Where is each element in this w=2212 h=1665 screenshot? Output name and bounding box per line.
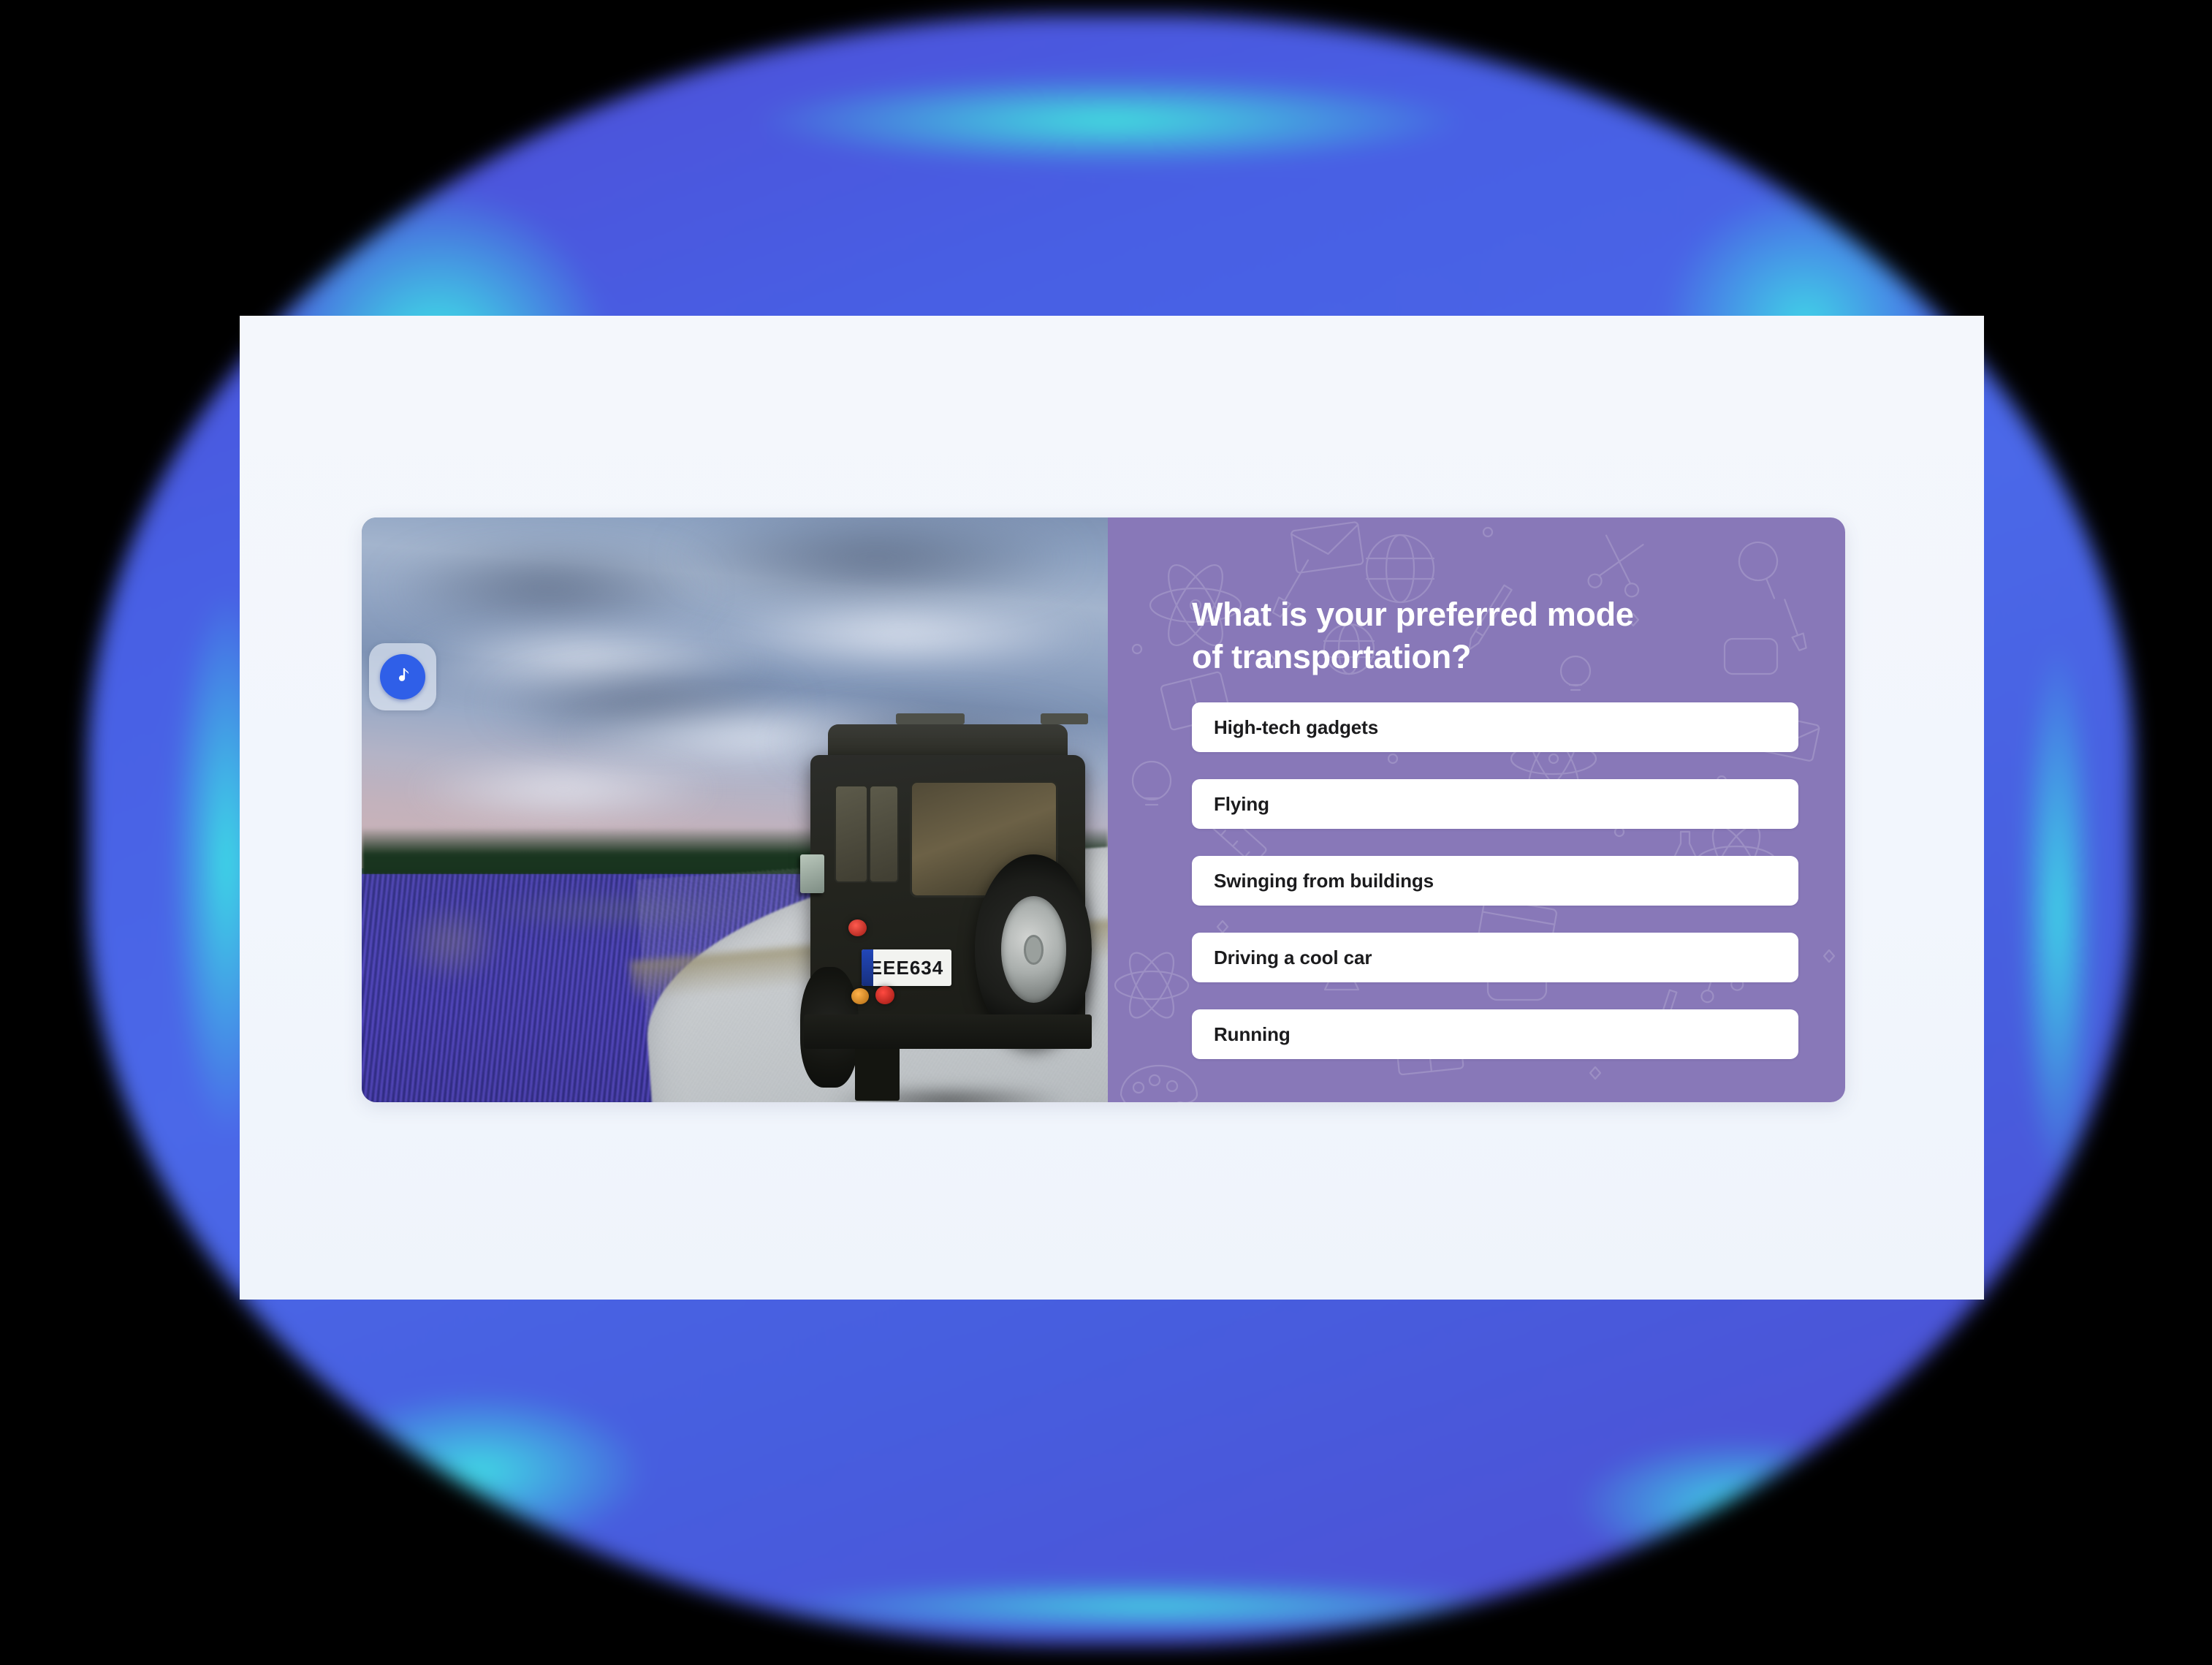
photo-lavender-road: EEE634 [362, 517, 1108, 1102]
tail-lamp [848, 919, 867, 937]
cloud-band [362, 751, 780, 827]
audio-play-button[interactable] [369, 643, 436, 710]
answer-option-label: Swinging from buildings [1214, 869, 1434, 892]
vehicle-side-window [834, 785, 869, 884]
license-plate: EEE634 [862, 949, 951, 987]
answer-option-label: Flying [1214, 792, 1269, 815]
answer-options-list: High-tech gadgets Flying Swinging from b… [1192, 702, 1798, 1060]
plate-eu-band [862, 949, 874, 987]
roof-light-bar [896, 713, 965, 724]
vehicle-mirror [799, 854, 824, 894]
wheel-rim [1000, 896, 1066, 1003]
quiz-pane: What is your preferred mode of transport… [1108, 517, 1845, 1102]
answer-option-label: High-tech gadgets [1214, 716, 1379, 738]
indicator-lamp [851, 988, 869, 1005]
tail-lamp [875, 986, 894, 1005]
vehicle-bumper [803, 1014, 1092, 1050]
answer-option-1[interactable]: High-tech gadgets [1192, 702, 1798, 753]
roof-light-bar [1040, 713, 1089, 724]
quiz-content: What is your preferred mode of transport… [1108, 517, 1845, 1102]
quiz-card: EEE634 What is your preferred mode of tr… [362, 517, 1845, 1102]
answer-option-3[interactable]: Swinging from buildings [1192, 856, 1798, 906]
mud-flap [855, 1044, 900, 1101]
answer-option-label: Driving a cool car [1214, 946, 1372, 968]
vehicle: EEE634 [780, 681, 1108, 1102]
answer-option-5[interactable]: Running [1192, 1009, 1798, 1060]
vehicle-side-window [868, 785, 900, 884]
answer-option-4[interactable]: Driving a cool car [1192, 933, 1798, 983]
answer-option-label: Running [1214, 1023, 1291, 1045]
music-note-icon [380, 654, 425, 699]
media-pane: EEE634 [362, 517, 1108, 1102]
answer-option-2[interactable]: Flying [1192, 779, 1798, 830]
license-plate-text: EEE634 [869, 956, 944, 979]
question-text: What is your preferred mode of transport… [1192, 596, 1634, 675]
